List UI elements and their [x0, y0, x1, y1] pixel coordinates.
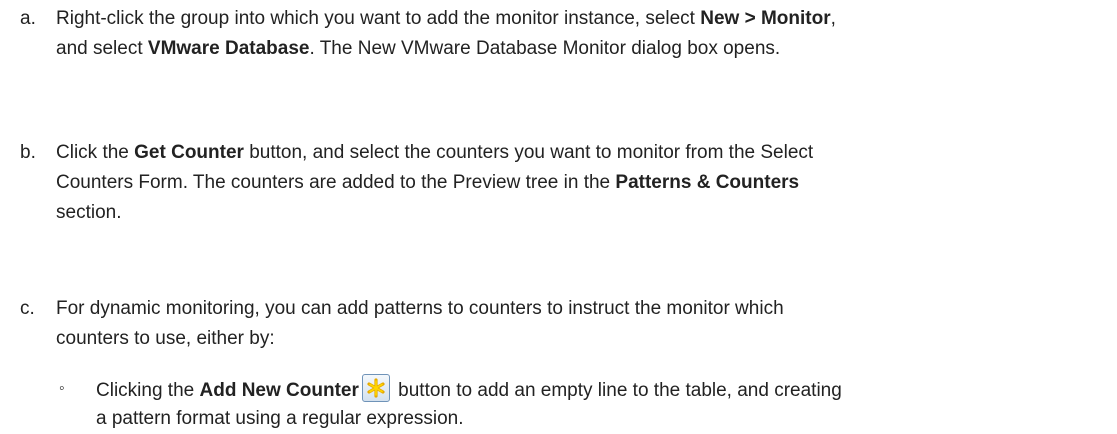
- step-letter: b.: [20, 142, 36, 163]
- text-run: section.: [56, 202, 122, 223]
- step-line: Click the Get Counter button, and select…: [56, 138, 1114, 168]
- text-run: counters to use, either by:: [56, 328, 275, 349]
- text-run: Counters Form. The counters are added to…: [56, 172, 616, 193]
- menu-path-new-monitor: New > Monitor: [700, 8, 831, 29]
- text-run: Click the: [56, 142, 135, 163]
- text-run: . The New VMware Database Monitor dialog…: [309, 38, 781, 59]
- step-text: Click the Get Counter button, and select…: [56, 138, 1114, 228]
- step-text: Right-click the group into which you wan…: [56, 4, 1114, 64]
- step-line: and select VMware Database. The New VMwa…: [56, 34, 1114, 64]
- get-counter-term: Get Counter: [134, 142, 244, 163]
- patterns-counters-term: Patterns & Counters: [615, 172, 800, 193]
- step-line: counters to use, either by:: [56, 324, 1114, 354]
- text-run: Clicking the: [96, 380, 200, 401]
- text-run: and select: [56, 38, 148, 59]
- add-new-counter-icon: [361, 374, 390, 402]
- step-line: Right-click the group into which you wan…: [56, 4, 1114, 34]
- step-line: Counters Form. The counters are added to…: [56, 168, 1114, 198]
- sub-item-line: a pattern format using a regular express…: [96, 408, 464, 429]
- bullet-icon: ◦: [59, 380, 65, 397]
- sub-item-line: Clicking the Add New Counter button to a…: [96, 374, 1111, 404]
- add-new-counter-term: Add New Counter: [199, 380, 359, 401]
- vmware-database-term: VMware Database: [147, 38, 310, 59]
- step-letter: a.: [20, 8, 36, 29]
- text-run: button, and select the counters you want…: [243, 142, 814, 163]
- text-run: ,: [830, 8, 836, 29]
- text-run: button to add an empty line to the table…: [392, 380, 842, 401]
- sub-item-text: Clicking the Add New Counter button to a…: [96, 374, 1111, 434]
- step-text: For dynamic monitoring, you can add patt…: [56, 294, 1114, 354]
- asterisk-icon: [367, 378, 385, 398]
- step-letter: c.: [20, 298, 35, 319]
- step-line: section.: [56, 198, 1114, 228]
- text-run: For dynamic monitoring, you can add patt…: [56, 298, 784, 319]
- step-line: For dynamic monitoring, you can add patt…: [56, 294, 1114, 324]
- text-run: Right-click the group into which you wan…: [56, 8, 701, 29]
